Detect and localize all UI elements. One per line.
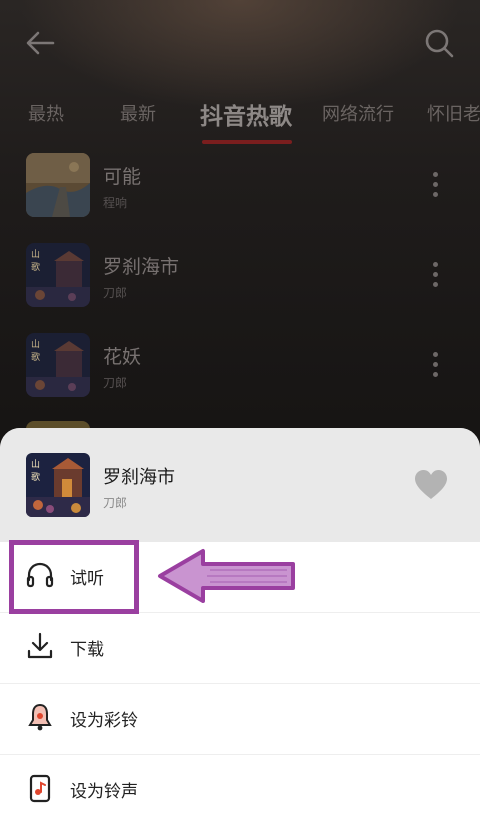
more-options-button[interactable] — [422, 168, 448, 202]
song-artist: 刀郎 — [103, 376, 128, 390]
album-cover: 山 歌 — [26, 333, 90, 397]
song-title: 花妖 — [103, 346, 142, 368]
song-row[interactable]: 山 歌 花妖 刀郎 — [0, 330, 480, 410]
back-button[interactable] — [24, 26, 58, 60]
sheet-song-title: 罗刹海市 — [103, 467, 175, 488]
svg-text:山: 山 — [31, 249, 40, 260]
arrow-left-annotation-icon — [158, 549, 295, 603]
phone-ringtone-icon — [29, 774, 51, 803]
svg-text:歌: 歌 — [31, 471, 40, 483]
menu-item-download[interactable]: 下载 — [0, 613, 480, 683]
song-title: 罗刹海市 — [103, 256, 180, 278]
song-artist: 刀郎 — [103, 286, 128, 300]
menu-label-set-caller-tune: 设为彩铃 — [70, 711, 138, 731]
album-cover — [26, 153, 90, 217]
more-options-button[interactable] — [422, 258, 448, 292]
song-action-sheet: 山 歌 罗刹海市 刀郎 试听 下载 设为彩铃 设为铃声 — [0, 428, 480, 823]
active-tab-indicator — [202, 140, 292, 144]
svg-text:歌: 歌 — [31, 351, 40, 363]
bell-icon — [28, 703, 52, 731]
song-row[interactable]: 山 歌 罗刹海市 刀郎 — [0, 240, 480, 320]
more-options-button[interactable] — [422, 348, 448, 382]
menu-label-set-ringtone: 设为铃声 — [70, 782, 138, 802]
tab-newest[interactable]: 最新 — [120, 100, 156, 126]
sheet-song-artist: 刀郎 — [103, 496, 128, 510]
sheet-header: 山 歌 罗刹海市 刀郎 — [0, 428, 480, 542]
album-cover: 山 歌 — [26, 453, 90, 517]
category-tabs: 最热 最新 抖音热歌 网络流行 怀旧老 — [0, 94, 480, 150]
menu-label-download: 下载 — [70, 640, 104, 660]
song-title: 可能 — [103, 166, 142, 188]
menu-item-set-ringtone[interactable]: 设为铃声 — [0, 755, 480, 823]
tab-hottest[interactable]: 最热 — [28, 100, 64, 126]
menu-item-set-caller-tune[interactable]: 设为彩铃 — [0, 684, 480, 754]
album-cover: 山 歌 — [26, 243, 90, 307]
tab-internet-popular[interactable]: 网络流行 — [322, 100, 394, 126]
heart-icon — [415, 470, 447, 499]
svg-text:山: 山 — [31, 339, 40, 350]
svg-text:山: 山 — [31, 459, 40, 470]
top-bar — [0, 0, 480, 90]
highlight-box-annotation — [9, 540, 139, 614]
arrow-left-icon — [26, 31, 55, 55]
tab-douyin-hot[interactable]: 抖音热歌 — [200, 97, 292, 131]
search-icon — [425, 29, 454, 58]
svg-text:歌: 歌 — [31, 261, 40, 273]
search-button[interactable] — [422, 26, 456, 60]
song-artist: 程响 — [103, 196, 128, 210]
tab-nostalgic[interactable]: 怀旧老 — [427, 100, 480, 126]
song-row[interactable]: 可能 程响 — [0, 150, 480, 230]
download-icon — [27, 632, 53, 659]
favorite-button[interactable] — [414, 469, 448, 501]
